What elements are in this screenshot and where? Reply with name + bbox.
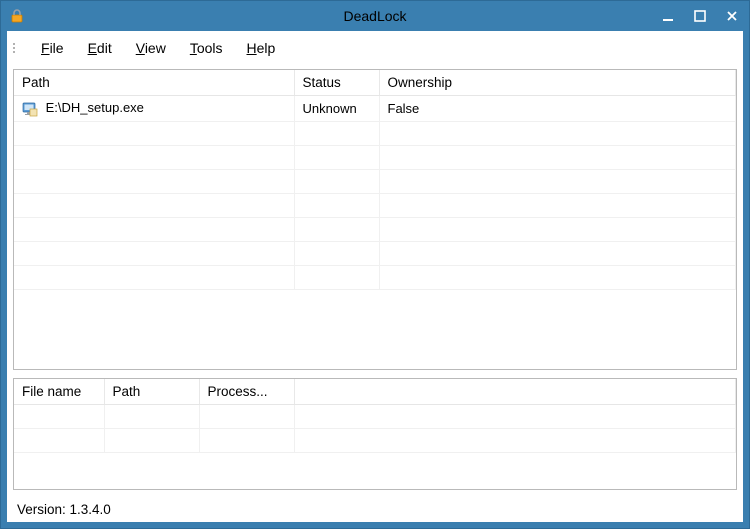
toolbar-grip-icon: [13, 38, 23, 58]
files-grid-header[interactable]: Path Status Ownership: [14, 70, 736, 96]
files-grid[interactable]: Path Status Ownership: [13, 69, 737, 370]
table-row[interactable]: .: [14, 217, 736, 241]
col-spare[interactable]: [294, 379, 736, 405]
client-area: File Edit View Tools Help Path Status Ow…: [7, 31, 743, 522]
processes-grid[interactable]: File name Path Process... . .: [13, 378, 737, 490]
app-lock-icon: [9, 8, 25, 24]
menubar[interactable]: File Edit View Tools Help: [7, 31, 743, 65]
cell-path: E:\DH_setup.exe: [46, 100, 144, 115]
col-file-name[interactable]: File name: [14, 379, 104, 405]
version-label: Version: 1.3.4.0: [17, 502, 111, 517]
table-row[interactable]: .: [14, 193, 736, 217]
table-row[interactable]: .: [14, 265, 736, 289]
cell-status: Unknown: [294, 96, 379, 122]
table-row[interactable]: .: [14, 169, 736, 193]
processes-grid-header[interactable]: File name Path Process...: [14, 379, 736, 405]
app-window: DeadLock File Edit View Tools Help: [0, 0, 750, 529]
statusbar: Version: 1.3.4.0: [7, 496, 743, 522]
titlebar[interactable]: DeadLock: [1, 1, 749, 31]
menu-view[interactable]: View: [124, 34, 178, 62]
menu-edit[interactable]: Edit: [76, 34, 124, 62]
content-area: Path Status Ownership: [7, 65, 743, 496]
table-row[interactable]: .: [14, 429, 736, 453]
table-row[interactable]: .: [14, 121, 736, 145]
close-button[interactable]: [721, 6, 743, 26]
window-title: DeadLock: [1, 8, 749, 24]
col-ownership[interactable]: Ownership: [379, 70, 736, 96]
col-path[interactable]: Path: [14, 70, 294, 96]
menu-file[interactable]: File: [29, 34, 76, 62]
cell-ownership: False: [379, 96, 736, 122]
minimize-button[interactable]: [657, 6, 679, 26]
col-process[interactable]: Process...: [199, 379, 294, 405]
table-row[interactable]: E:\DH_setup.exe Unknown False: [14, 96, 736, 122]
col-path2[interactable]: Path: [104, 379, 199, 405]
table-row[interactable]: .: [14, 145, 736, 169]
table-row[interactable]: .: [14, 241, 736, 265]
menu-help[interactable]: Help: [235, 34, 288, 62]
installer-icon: [22, 101, 38, 117]
table-row[interactable]: .: [14, 405, 736, 429]
col-status[interactable]: Status: [294, 70, 379, 96]
maximize-button[interactable]: [689, 6, 711, 26]
menu-tools[interactable]: Tools: [178, 34, 235, 62]
titlebar-controls: [657, 1, 743, 31]
